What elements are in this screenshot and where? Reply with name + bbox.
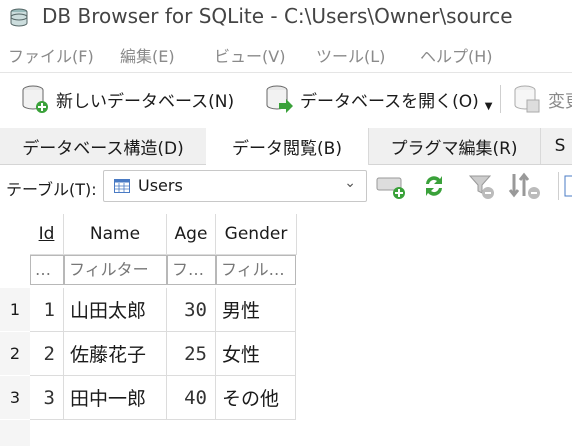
table-select[interactable]: Users ⌄	[103, 170, 367, 202]
menu-edit[interactable]: 編集(E)	[120, 43, 175, 67]
menu-view[interactable]: ビュー(V)	[214, 43, 285, 67]
clear-filters-icon[interactable]	[468, 172, 496, 200]
filter-input-gender[interactable]: フィル…	[216, 255, 296, 285]
cell-age[interactable]: 25	[167, 332, 216, 376]
tab-execute-sql[interactable]: S	[540, 128, 572, 164]
menu-file[interactable]: ファイル(F)	[8, 43, 94, 67]
cell-id[interactable]: 2	[30, 332, 64, 376]
cell-age[interactable]: 40	[167, 376, 216, 420]
table-label: テーブル(T):	[6, 180, 97, 199]
tab-database-structure[interactable]: データベース構造(D)	[0, 128, 207, 164]
print-icon[interactable]	[564, 174, 572, 198]
write-changes-button[interactable]: 変更	[512, 83, 572, 115]
column-header-id[interactable]: Id	[30, 214, 64, 255]
main-toolbar: 新しいデータベース(N) データベースを開く(O) ▼ 変更	[0, 72, 572, 125]
tab-browse-data[interactable]: データ閲覧(B)	[206, 128, 369, 165]
filter-input-id[interactable]: …	[30, 255, 64, 285]
new-database-button[interactable]: 新しいデータベース(N)	[20, 83, 234, 115]
filter-input-age[interactable]: フ…	[167, 255, 216, 285]
menu-help[interactable]: ヘルプ(H)	[420, 43, 493, 67]
window-title: DB Browser for SQLite - C:\Users\Owner\s…	[42, 4, 513, 28]
cell-name[interactable]: 山田太郎	[64, 288, 167, 332]
toolbar-separator	[500, 85, 501, 113]
column-header-age[interactable]: Age	[167, 214, 216, 255]
table-selector-bar: テーブル(T): Users ⌄	[0, 166, 572, 210]
cell-gender[interactable]: その他	[216, 376, 296, 420]
row-header[interactable]: 3	[0, 376, 30, 419]
row-header[interactable]: 1	[0, 288, 30, 331]
chevron-down-icon[interactable]: ▼	[485, 101, 493, 112]
cell-id[interactable]: 3	[30, 376, 64, 420]
write-changes-label: 変更	[548, 91, 572, 112]
menu-bar: ファイル(F) 編集(E) ビュー(V) ツール(L) ヘルプ(H)	[0, 38, 572, 68]
open-database-icon	[266, 85, 293, 113]
new-database-label: 新しいデータベース(N)	[56, 91, 235, 112]
sort-icon[interactable]	[508, 172, 542, 200]
cell-gender[interactable]: 女性	[216, 332, 296, 376]
cell-name[interactable]: 佐藤花子	[64, 332, 167, 376]
corner-cell	[0, 214, 31, 254]
app-icon	[10, 8, 28, 27]
chevron-down-icon: ⌄	[344, 175, 356, 191]
refresh-icon[interactable]	[422, 172, 446, 200]
cell-name[interactable]: 田中一郎	[64, 376, 167, 420]
new-database-icon	[22, 85, 48, 113]
cell-id[interactable]: 1	[30, 288, 64, 332]
column-header-gender[interactable]: Gender	[216, 214, 297, 255]
toolbar-separator	[558, 172, 559, 200]
tab-edit-pragmas[interactable]: プラグマ編集(R)	[368, 128, 541, 164]
column-header-name[interactable]: Name	[64, 214, 167, 255]
open-database-button[interactable]: データベースを開く(O) ▼	[264, 83, 493, 115]
open-database-label: データベースを開く(O)	[300, 91, 479, 112]
cell-gender[interactable]: 男性	[216, 288, 296, 332]
filter-input-name[interactable]: フィルター	[64, 255, 167, 285]
row-header-filler	[0, 420, 30, 446]
write-changes-icon	[514, 85, 540, 113]
main-tabs: データベース構造(D) データ閲覧(B) プラグマ編集(R) S	[0, 128, 572, 165]
title-bar: DB Browser for SQLite - C:\Users\Owner\s…	[0, 0, 572, 36]
table-icon	[114, 179, 130, 193]
menu-tools[interactable]: ツール(L)	[316, 43, 385, 67]
insert-record-icon[interactable]	[376, 174, 406, 200]
row-header[interactable]: 2	[0, 332, 30, 375]
cell-age[interactable]: 30	[167, 288, 216, 332]
table-select-value: Users	[138, 176, 183, 195]
